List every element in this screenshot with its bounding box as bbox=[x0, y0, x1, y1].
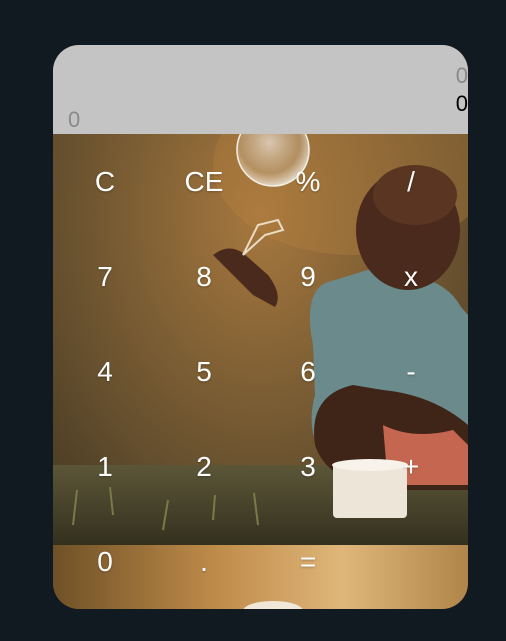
digit-9-button[interactable]: 9 bbox=[256, 229, 360, 324]
decimal-button[interactable]: . bbox=[152, 514, 256, 609]
digit-2-button[interactable]: 2 bbox=[152, 419, 256, 514]
digit-6-button[interactable]: 6 bbox=[256, 324, 360, 419]
calculator: 0 0 0 C CE % / 7 8 9 x 4 5 6 - 1 2 3 + 0… bbox=[53, 45, 468, 609]
subtract-button[interactable]: - bbox=[359, 324, 463, 419]
digit-4-button[interactable]: 4 bbox=[53, 324, 157, 419]
display-panel: 0 0 0 bbox=[53, 45, 468, 134]
add-button[interactable]: + bbox=[359, 419, 463, 514]
clear-button[interactable]: C bbox=[53, 134, 157, 229]
multiply-button[interactable]: x bbox=[359, 229, 463, 324]
digit-7-button[interactable]: 7 bbox=[53, 229, 157, 324]
equals-button[interactable]: = bbox=[256, 514, 360, 609]
digit-5-button[interactable]: 5 bbox=[152, 324, 256, 419]
percent-button[interactable]: % bbox=[256, 134, 360, 229]
digit-1-button[interactable]: 1 bbox=[53, 419, 157, 514]
digit-8-button[interactable]: 8 bbox=[152, 229, 256, 324]
clear-entry-button[interactable]: CE bbox=[152, 134, 256, 229]
display-previous-value: 0 bbox=[68, 107, 81, 132]
display-current-value: 0 bbox=[455, 91, 468, 116]
digit-3-button[interactable]: 3 bbox=[256, 419, 360, 514]
divide-button[interactable]: / bbox=[359, 134, 463, 229]
digit-0-button[interactable]: 0 bbox=[53, 514, 157, 609]
display-history-value: 0 bbox=[455, 63, 468, 88]
